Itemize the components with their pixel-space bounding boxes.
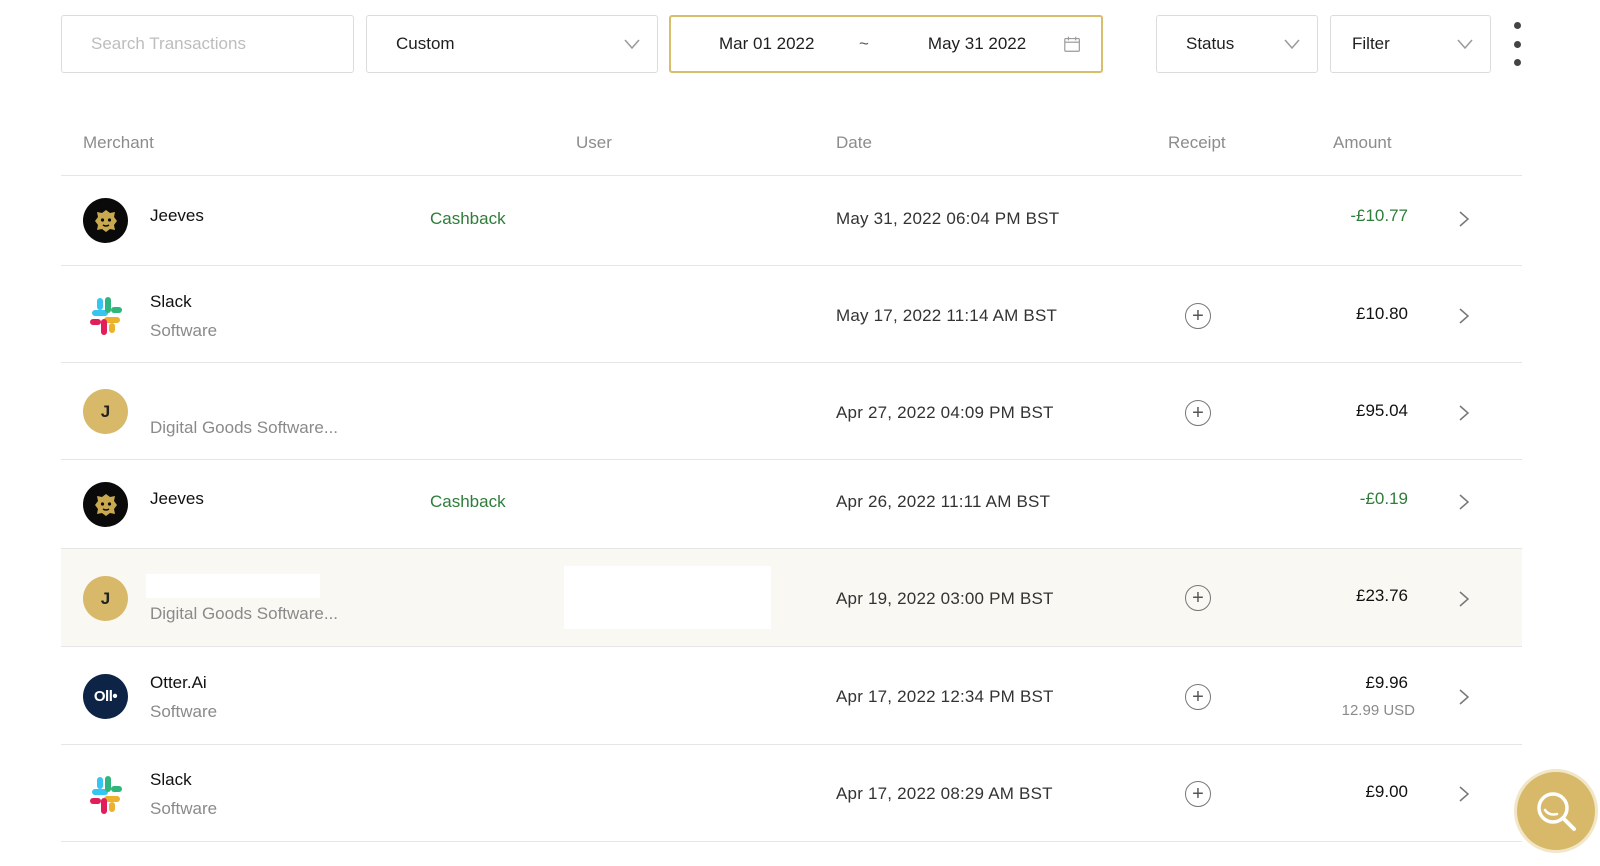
transaction-amount: £95.04	[1356, 401, 1408, 420]
merchant-name: Jeeves	[150, 489, 204, 508]
merchant-category: Digital Goods Software...	[150, 418, 339, 437]
jeeves-lion-logo-icon	[83, 482, 128, 527]
search-icon	[1537, 792, 1576, 831]
transaction-amount: £9.96	[1365, 673, 1408, 692]
search-input[interactable]	[91, 34, 331, 54]
merchant-name: Slack	[150, 292, 192, 311]
period-select-value: Custom	[396, 34, 455, 53]
more-options-kebab-icon[interactable]	[1505, 18, 1529, 70]
transactions-toolbar: Custom Mar 01 2022 ~ May 31 2022 Status …	[61, 15, 1600, 74]
transaction-date: Apr 19, 2022 03:00 PM BST	[836, 589, 1054, 608]
add-receipt-icon[interactable]: +	[1185, 684, 1211, 710]
chevron-right-icon[interactable]	[1454, 492, 1474, 512]
transaction-amount: £10.80	[1356, 304, 1408, 323]
column-header-merchant[interactable]: Merchant	[83, 133, 154, 153]
transactions-list: Jeeves Cashback May 31, 2022 06:04 PM BS…	[61, 177, 1522, 842]
merchant-name: Otter.Ai	[150, 673, 207, 692]
merchant-initial-avatar: J	[83, 576, 128, 621]
transaction-amount: -£0.19	[1359, 489, 1408, 508]
redacted-user	[564, 566, 771, 629]
floating-search-button[interactable]	[1514, 769, 1598, 853]
transaction-amount: £9.00	[1365, 782, 1408, 801]
date-from[interactable]: Mar 01 2022	[719, 34, 855, 54]
add-receipt-icon[interactable]: +	[1185, 303, 1211, 329]
table-row[interactable]: J Digital Goods Software... Apr 27, 2022…	[61, 363, 1522, 460]
chevron-right-icon[interactable]	[1454, 589, 1474, 609]
chevron-right-icon[interactable]	[1454, 209, 1474, 229]
date-range-separator: ~	[859, 34, 869, 53]
merchant-name: Slack	[150, 770, 192, 789]
table-row[interactable]: Jeeves Cashback May 31, 2022 06:04 PM BS…	[61, 177, 1522, 266]
slack-logo-icon	[83, 292, 128, 337]
merchant-name: Jeeves	[150, 206, 204, 225]
redacted-merchant-name	[146, 574, 320, 598]
transaction-date: Apr 17, 2022 12:34 PM BST	[836, 687, 1054, 706]
table-row[interactable]: Jeeves Cashback Apr 26, 2022 11:11 AM BS…	[61, 460, 1522, 549]
chevron-right-icon[interactable]	[1454, 784, 1474, 804]
status-select-label: Status	[1186, 34, 1235, 53]
add-receipt-icon[interactable]: +	[1185, 781, 1211, 807]
merchant-category: Digital Goods Software...	[150, 604, 339, 623]
merchant-category: Software	[150, 321, 218, 340]
column-header-receipt[interactable]: Receipt	[1168, 133, 1226, 153]
column-header-date[interactable]: Date	[836, 133, 872, 153]
column-header-user[interactable]: User	[576, 133, 612, 153]
filter-select[interactable]: Filter	[1330, 15, 1491, 73]
transaction-amount: £23.76	[1356, 586, 1408, 605]
table-row[interactable]: Slack Software May 17, 2022 11:14 AM BST…	[61, 266, 1522, 363]
kebab-dot	[1513, 59, 1521, 66]
date-to[interactable]: May 31 2022	[928, 34, 1055, 54]
original-currency-amount: 12.99 USD	[1341, 702, 1415, 719]
merchant-category: Software	[150, 799, 218, 818]
chevron-down-icon	[1284, 39, 1300, 50]
table-row[interactable]: Slack Software Apr 17, 2022 08:29 AM BST…	[61, 745, 1522, 842]
period-select[interactable]: Custom	[366, 15, 658, 73]
cashback-tag: Cashback	[430, 209, 506, 228]
otter-logo-icon: Oll•	[83, 674, 128, 719]
transaction-amount: -£10.77	[1350, 206, 1408, 225]
add-receipt-icon[interactable]: +	[1185, 585, 1211, 611]
add-receipt-icon[interactable]: +	[1185, 400, 1211, 426]
chevron-right-icon[interactable]	[1454, 687, 1474, 707]
kebab-dot	[1513, 22, 1521, 29]
kebab-dot	[1513, 40, 1521, 48]
table-row[interactable]: Oll• Otter.Ai Software Apr 17, 2022 12:3…	[61, 647, 1522, 745]
status-select[interactable]: Status	[1156, 15, 1318, 73]
transaction-date: Apr 26, 2022 11:11 AM BST	[836, 492, 1051, 511]
table-header: Merchant User Date Receipt Amount	[61, 128, 1522, 176]
chevron-down-icon	[624, 39, 640, 50]
calendar-icon[interactable]	[1063, 34, 1081, 54]
table-row[interactable]: J Digital Goods Software... Apr 19, 2022…	[61, 549, 1522, 647]
chevron-right-icon[interactable]	[1454, 403, 1474, 423]
transaction-date: May 31, 2022 06:04 PM BST	[836, 209, 1060, 228]
merchant-initial-avatar: J	[83, 389, 128, 434]
jeeves-lion-logo-icon	[83, 198, 128, 243]
chevron-down-icon	[1457, 39, 1473, 50]
filter-select-label: Filter	[1352, 34, 1390, 53]
transaction-date: Apr 17, 2022 08:29 AM BST	[836, 784, 1053, 803]
transaction-date: May 17, 2022 11:14 AM BST	[836, 306, 1058, 325]
cashback-tag: Cashback	[430, 492, 506, 511]
column-header-amount[interactable]: Amount	[1333, 133, 1392, 153]
merchant-category: Software	[150, 702, 218, 721]
search-box[interactable]	[61, 15, 354, 73]
transaction-date: Apr 27, 2022 04:09 PM BST	[836, 403, 1054, 422]
chevron-right-icon[interactable]	[1454, 306, 1474, 326]
date-range-picker[interactable]: Mar 01 2022 ~ May 31 2022	[669, 15, 1103, 73]
slack-logo-icon	[83, 771, 128, 816]
